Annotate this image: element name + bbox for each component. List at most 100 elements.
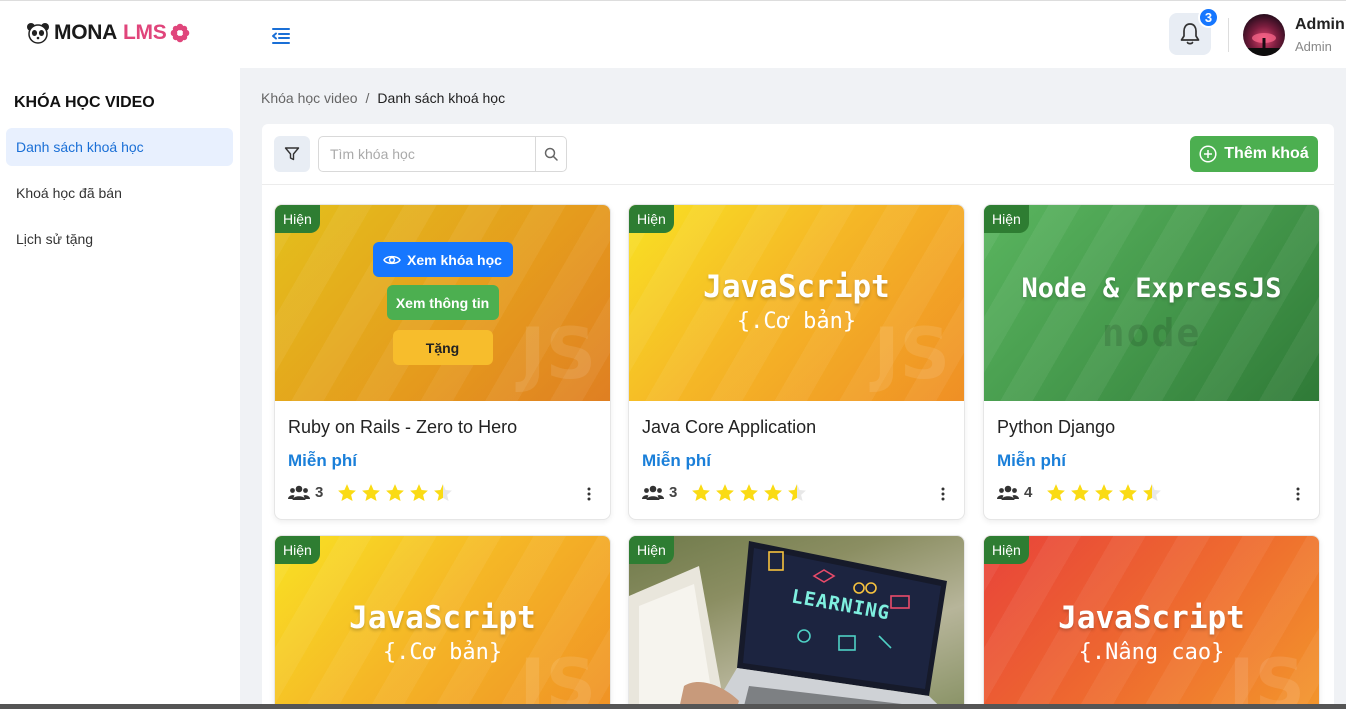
thumbnail-subtitle: {.Cơ bản} bbox=[736, 309, 857, 334]
brand-name-part1: MONA bbox=[54, 21, 117, 44]
avatar-image bbox=[1243, 33, 1285, 56]
user-name[interactable]: Admin bbox=[1295, 16, 1345, 34]
star-icon bbox=[338, 484, 357, 502]
js-watermark: JS bbox=[519, 313, 596, 395]
course-price: Miễn phí bbox=[642, 451, 711, 470]
users-icon bbox=[642, 485, 664, 500]
search-box bbox=[318, 136, 567, 172]
filter-button[interactable] bbox=[274, 136, 310, 172]
gift-button[interactable]: Tặng bbox=[392, 330, 493, 365]
star-icon bbox=[692, 484, 711, 502]
course-card[interactable]: Hiện Node & ExpressJS node Python Django… bbox=[983, 204, 1320, 520]
laptop-image bbox=[629, 541, 947, 709]
horizontal-scrollbar[interactable] bbox=[0, 704, 1346, 709]
eye-icon bbox=[383, 255, 401, 264]
thumbnail-title: Node & ExpressJS bbox=[1021, 273, 1282, 304]
sidebar-item-course-list[interactable]: Danh sách khoá học bbox=[6, 128, 233, 166]
course-card[interactable]: JS Hiện Xem khóa học Xem thông tin Tặng … bbox=[274, 204, 611, 520]
node-watermark: node bbox=[1101, 311, 1202, 355]
star-icon bbox=[362, 484, 381, 502]
notification-count-badge: 3 bbox=[1198, 7, 1219, 28]
course-card[interactable]: JS Hiện JavaScript {.Cơ bản} bbox=[274, 535, 611, 709]
avatar[interactable] bbox=[1243, 14, 1285, 56]
star-icon bbox=[1095, 484, 1114, 502]
student-count: 4 bbox=[1024, 484, 1033, 501]
thumbnail-title: JavaScript bbox=[703, 269, 890, 305]
toolbar-divider bbox=[262, 184, 1334, 185]
breadcrumb-separator: / bbox=[365, 90, 370, 106]
status-badge: Hiện bbox=[275, 536, 320, 564]
star-icon bbox=[1047, 484, 1066, 502]
plus-circle-icon bbox=[1199, 145, 1217, 163]
bell-icon bbox=[1180, 23, 1200, 45]
star-icon bbox=[716, 484, 735, 502]
users-icon bbox=[288, 485, 310, 500]
search-button[interactable] bbox=[535, 137, 566, 171]
menu-collapse-icon[interactable] bbox=[270, 25, 292, 47]
status-badge: Hiện bbox=[984, 205, 1029, 233]
breadcrumb-parent[interactable]: Khóa học video bbox=[261, 90, 358, 106]
breadcrumb: Khóa học video / Danh sách khoá học bbox=[261, 90, 505, 106]
thumbnail-title: JavaScript bbox=[1058, 600, 1245, 636]
course-name[interactable]: Python Django bbox=[997, 417, 1306, 438]
star-icon bbox=[1119, 484, 1138, 502]
sidebar-heading: KHÓA HỌC VIDEO bbox=[14, 94, 155, 111]
course-thumbnail[interactable]: JS Hiện JavaScript {.Cơ bản} bbox=[275, 536, 610, 709]
brand-name-part2: LMS bbox=[122, 21, 167, 44]
thumbnail-subtitle: {.Nâng cao} bbox=[1078, 640, 1225, 665]
course-price: Miễn phí bbox=[288, 451, 357, 470]
flower-icon bbox=[171, 23, 190, 43]
star-icon bbox=[764, 484, 783, 502]
status-badge: Hiện bbox=[629, 536, 674, 564]
panda-icon bbox=[27, 23, 49, 44]
star-icon bbox=[740, 484, 759, 502]
course-card[interactable]: JS Hiện JavaScript {.Cơ bản} Java Core A… bbox=[628, 204, 965, 520]
star-icon bbox=[788, 484, 807, 502]
sidebar: KHÓA HỌC VIDEO Danh sách khoá học Khoá h… bbox=[0, 68, 240, 709]
star-icon bbox=[1143, 484, 1162, 502]
star-icon bbox=[410, 484, 429, 502]
header-divider bbox=[1228, 18, 1229, 52]
filter-icon bbox=[284, 147, 300, 161]
user-role: Admin bbox=[1295, 39, 1332, 54]
rating-stars bbox=[691, 483, 807, 502]
course-thumbnail[interactable]: JS Hiện Xem khóa học Xem thông tin Tặng bbox=[275, 205, 610, 401]
course-card[interactable]: Hiện LEARNING bbox=[628, 535, 965, 709]
thumbnail-subtitle: {.Cơ bản} bbox=[382, 640, 503, 665]
view-course-label: Xem khóa học bbox=[407, 251, 502, 268]
rating-stars bbox=[1046, 483, 1162, 502]
star-icon bbox=[386, 484, 405, 502]
search-icon bbox=[544, 147, 558, 161]
sidebar-item-gift-history[interactable]: Lịch sử tặng bbox=[6, 220, 233, 258]
course-thumbnail[interactable]: Hiện LEARNING bbox=[629, 536, 964, 709]
course-name[interactable]: Ruby on Rails - Zero to Hero bbox=[288, 417, 597, 438]
course-thumbnail[interactable]: Hiện Node & ExpressJS node bbox=[984, 205, 1319, 401]
thumbnail-title: JavaScript bbox=[349, 600, 536, 636]
more-options-icon[interactable] bbox=[1290, 485, 1306, 503]
course-thumbnail[interactable]: JS Hiện JavaScript {.Cơ bản} bbox=[629, 205, 964, 401]
course-price: Miễn phí bbox=[997, 451, 1066, 470]
search-input[interactable] bbox=[319, 137, 536, 171]
rating-stars bbox=[337, 483, 453, 502]
top-header: MONA LMS bbox=[0, 0, 1346, 68]
course-thumbnail[interactable]: JS Hiện JavaScript {.Nâng cao} bbox=[984, 536, 1319, 709]
brand-logo[interactable]: MONA LMS bbox=[26, 21, 190, 45]
breadcrumb-current: Danh sách khoá học bbox=[377, 90, 506, 106]
course-name[interactable]: Java Core Application bbox=[642, 417, 951, 438]
more-options-icon[interactable] bbox=[935, 485, 951, 503]
status-badge: Hiện bbox=[629, 205, 674, 233]
star-icon bbox=[434, 484, 453, 502]
view-info-button[interactable]: Xem thông tin bbox=[386, 285, 499, 320]
star-icon bbox=[1071, 484, 1090, 502]
add-course-label: Thêm khoá bbox=[1224, 145, 1309, 162]
course-card[interactable]: JS Hiện JavaScript {.Nâng cao} bbox=[983, 535, 1320, 709]
student-count: 3 bbox=[315, 484, 324, 501]
status-badge: Hiện bbox=[984, 536, 1029, 564]
users-icon bbox=[997, 485, 1019, 500]
add-course-button[interactable]: Thêm khoá bbox=[1190, 136, 1318, 172]
status-badge: Hiện bbox=[275, 205, 320, 233]
view-course-button[interactable]: Xem khóa học bbox=[372, 242, 513, 277]
more-options-icon[interactable] bbox=[581, 485, 597, 503]
student-count: 3 bbox=[669, 484, 678, 501]
sidebar-item-sold-courses[interactable]: Khoá học đã bán bbox=[6, 174, 233, 212]
